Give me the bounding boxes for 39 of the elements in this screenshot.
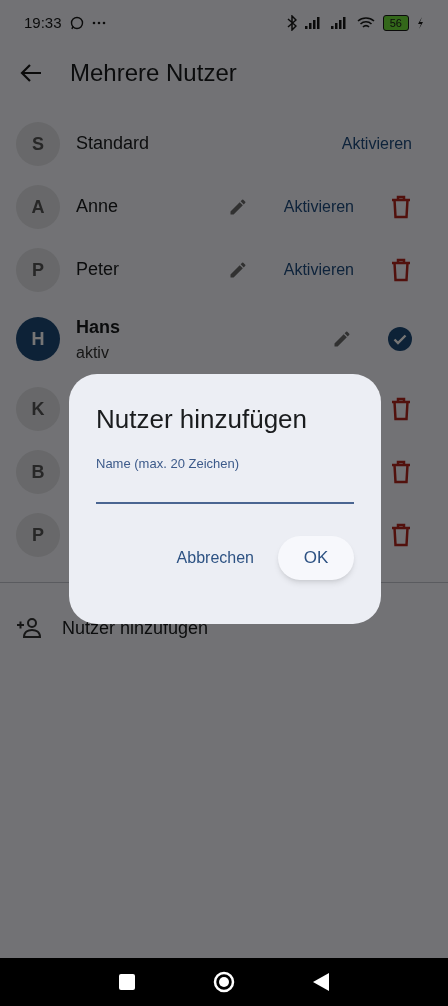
- status-time: 19:33: [24, 12, 62, 33]
- user-name: Standard: [76, 132, 151, 155]
- avatar: P: [16, 512, 60, 557]
- avatar: S: [16, 121, 60, 166]
- name-input-field[interactable]: Name (max. 20 Zeichen): [96, 454, 354, 504]
- more-icon: [91, 21, 106, 25]
- charging-icon: [417, 17, 424, 29]
- activate-button[interactable]: Aktivieren: [283, 257, 354, 282]
- delete-icon[interactable]: [390, 396, 412, 421]
- user-name: Hans: [76, 315, 121, 339]
- delete-icon[interactable]: [390, 257, 412, 282]
- page-title: Mehrere Nutzer: [70, 58, 237, 88]
- wifi-icon: [356, 16, 375, 30]
- back-icon[interactable]: [313, 973, 329, 991]
- pencil-icon[interactable]: [332, 329, 352, 349]
- signal-icon: [304, 17, 323, 29]
- activate-button[interactable]: Aktivieren: [341, 131, 412, 156]
- bluetooth-icon: [286, 15, 297, 31]
- back-arrow-icon[interactable]: [20, 63, 42, 83]
- add-person-icon[interactable]: [16, 617, 42, 639]
- delete-icon[interactable]: [390, 194, 412, 219]
- activate-button[interactable]: Aktivieren: [283, 194, 354, 219]
- avatar: H: [16, 317, 60, 361]
- battery-indicator: 56: [382, 15, 409, 31]
- dialog-title: Nutzer hinzufügen: [96, 403, 309, 436]
- avatar: P: [16, 247, 60, 292]
- user-status: aktiv: [76, 342, 110, 363]
- user-name: Peter: [76, 258, 121, 281]
- user-name: Anne: [76, 195, 120, 218]
- chat-icon: [69, 16, 84, 30]
- delete-icon[interactable]: [390, 522, 412, 547]
- avatar: K: [16, 386, 60, 431]
- signal-icon: [330, 17, 349, 29]
- ok-button[interactable]: OK: [278, 536, 354, 580]
- home-icon[interactable]: [213, 971, 235, 993]
- avatar: A: [16, 184, 60, 229]
- delete-icon[interactable]: [390, 459, 412, 484]
- cancel-button[interactable]: Abbrechen: [176, 546, 254, 570]
- avatar: B: [16, 449, 60, 494]
